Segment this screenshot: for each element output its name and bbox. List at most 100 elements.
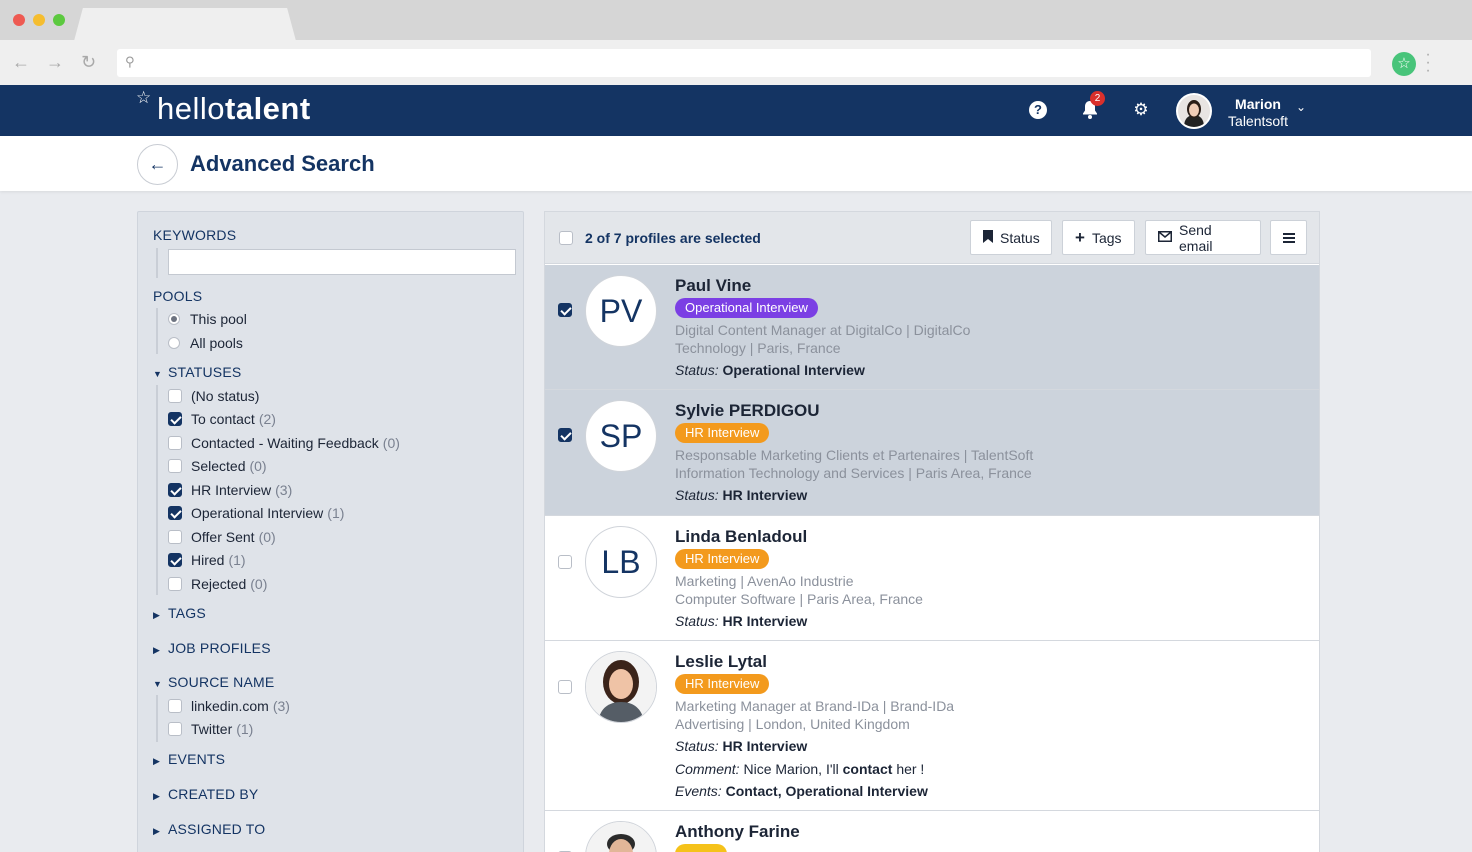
checkbox[interactable] — [168, 553, 182, 567]
keywords-input[interactable] — [168, 249, 516, 275]
checkbox[interactable] — [168, 699, 182, 713]
checkbox[interactable] — [168, 506, 182, 520]
checkbox[interactable] — [168, 483, 182, 497]
page-title-bar: ← Advanced Search — [0, 136, 1472, 191]
status-option-hired[interactable]: Hired (1) — [168, 551, 246, 569]
results-toolbar: 2 of 7 profiles are selected Status + Tag… — [545, 212, 1319, 264]
section-divider — [156, 385, 158, 595]
pool-option-all-pools[interactable]: All pools — [168, 334, 243, 352]
pool-option-this-pool[interactable]: This pool — [168, 310, 247, 328]
profile-name[interactable]: Anthony Farine — [675, 822, 800, 842]
profile-comment-line: Comment: Nice Marion, I'll contact her ! — [675, 761, 925, 777]
checkbox[interactable] — [168, 577, 182, 591]
filter-panel: KEYWORDS POOLS This pool All pools ▼ STAT… — [137, 211, 524, 852]
profile-position: Marketing | AvenAo Industrie — [675, 573, 854, 589]
hellotalent-logo[interactable]: ☆ hellotalent — [136, 88, 311, 127]
star-extension-icon[interactable]: ☆ — [1392, 52, 1416, 76]
status-option-no-status[interactable]: (No status) — [168, 387, 263, 405]
profile-checkbox[interactable] — [558, 680, 572, 694]
profile-status-line: Status: HR Interview — [675, 738, 808, 754]
reload-icon[interactable]: ↻ — [81, 52, 96, 73]
profile-name[interactable]: Leslie Lytal — [675, 652, 767, 672]
source-option-twitter[interactable]: Twitter (1) — [168, 720, 253, 738]
status-option-contacted-waiting-feedback[interactable]: Contacted - Waiting Feedback (0) — [168, 434, 400, 452]
profile-name[interactable]: Sylvie PERDIGOU — [675, 401, 820, 421]
app-header: ☆ hellotalent ? 2 ⚙ Marion Talentsoft ⌄ — [0, 85, 1472, 136]
profile-checkbox[interactable] — [558, 428, 572, 442]
job-profiles-section-toggle[interactable]: ▶ JOB PROFILES — [153, 640, 271, 656]
status-badge — [675, 844, 727, 852]
checkbox[interactable] — [168, 412, 182, 426]
profile-card[interactable]: PV Paul Vine Operational Interview Digit… — [545, 265, 1319, 390]
caret-right-icon: ▶ — [153, 610, 161, 620]
profile-industry-location: Advertising | London, United Kingdom — [675, 716, 910, 732]
tags-section-toggle[interactable]: ▶ TAGS — [153, 605, 206, 621]
caret-right-icon: ▶ — [153, 756, 161, 766]
select-all-checkbox[interactable] — [559, 231, 573, 245]
caret-down-icon: ▼ — [153, 369, 163, 379]
statuses-section-toggle[interactable]: ▼ STATUSES — [153, 364, 241, 380]
profile-card[interactable]: Anthony Farine — [545, 811, 1319, 852]
profile-avatar: SP — [585, 400, 657, 472]
profile-card[interactable]: LB Linda Benladoul HR Interview Marketin… — [545, 516, 1319, 641]
user-menu[interactable]: Marion Talentsoft — [1226, 96, 1290, 130]
checkbox[interactable] — [168, 459, 182, 473]
profile-position: Digital Content Manager at DigitalCo | D… — [675, 322, 971, 338]
envelope-icon — [1158, 230, 1172, 245]
status-option-offer-sent[interactable]: Offer Sent (0) — [168, 528, 276, 546]
section-divider — [156, 248, 158, 278]
forward-arrow-icon[interactable]: → — [46, 52, 64, 73]
profile-checkbox[interactable] — [558, 303, 572, 317]
checkbox[interactable] — [168, 530, 182, 544]
profile-industry-location: Computer Software | Paris Area, France — [675, 591, 923, 607]
checkbox[interactable] — [168, 436, 182, 450]
source-name-section-toggle[interactable]: ▼ SOURCE NAME — [153, 674, 274, 690]
user-avatar[interactable] — [1176, 93, 1212, 129]
status-option-rejected[interactable]: Rejected (0) — [168, 575, 267, 593]
checkbox[interactable] — [168, 389, 182, 403]
status-option-selected[interactable]: Selected (0) — [168, 457, 267, 475]
tags-button[interactable]: + Tags — [1062, 220, 1135, 255]
plus-icon: + — [1075, 227, 1085, 247]
status-option-hr-interview[interactable]: HR Interview (3) — [168, 481, 292, 499]
gear-icon[interactable]: ⚙ — [1131, 100, 1151, 120]
caret-right-icon: ▶ — [153, 645, 161, 655]
created-by-section-toggle[interactable]: ▶ CREATED BY — [153, 786, 258, 802]
more-menu-button[interactable] — [1270, 220, 1307, 255]
chevron-down-icon[interactable]: ⌄ — [1296, 100, 1306, 114]
pools-label: POOLS — [153, 288, 203, 304]
profile-status-line: Status: HR Interview — [675, 613, 808, 629]
profile-name[interactable]: Linda Benladoul — [675, 527, 807, 547]
profile-avatar: PV — [585, 275, 657, 347]
back-button[interactable]: ← — [137, 144, 178, 185]
profile-position: Marketing Manager at Brand-IDa | Brand-I… — [675, 698, 955, 714]
checkbox[interactable] — [168, 722, 182, 736]
browser-toolbar: ← → ↻ ⚲ ☆ · · · — [0, 40, 1472, 85]
assigned-to-section-toggle[interactable]: ▶ ASSIGNED TO — [153, 821, 265, 837]
caret-right-icon: ▶ — [153, 826, 161, 836]
close-window-button[interactable] — [13, 14, 25, 26]
browser-tab[interactable] — [74, 8, 296, 41]
status-option-operational-interview[interactable]: Operational Interview (1) — [168, 504, 344, 522]
address-bar[interactable]: ⚲ — [117, 49, 1371, 77]
source-option-linkedin[interactable]: linkedin.com (3) — [168, 697, 290, 715]
browser-titlebar — [0, 0, 1472, 41]
status-button[interactable]: Status — [970, 220, 1052, 255]
profile-checkbox[interactable] — [558, 555, 572, 569]
help-icon[interactable]: ? — [1029, 101, 1047, 119]
profile-events-line: Events: Contact, Operational Interview — [675, 783, 928, 799]
profile-name[interactable]: Paul Vine — [675, 276, 751, 296]
browser-menu-icon[interactable]: · · · — [1424, 47, 1432, 79]
status-option-to-contact[interactable]: To contact (2) — [168, 410, 276, 428]
send-email-button[interactable]: Send email — [1145, 220, 1261, 255]
minimize-window-button[interactable] — [33, 14, 45, 26]
radio-button[interactable] — [168, 337, 180, 349]
events-section-toggle[interactable]: ▶ EVENTS — [153, 751, 225, 767]
notification-count-badge: 2 — [1090, 91, 1105, 106]
back-arrow-icon[interactable]: ← — [12, 52, 30, 73]
maximize-window-button[interactable] — [53, 14, 65, 26]
radio-button[interactable] — [168, 313, 180, 325]
profile-card[interactable]: Leslie Lytal HR Interview Marketing Mana… — [545, 641, 1319, 811]
profile-card[interactable]: SP Sylvie PERDIGOU HR Interview Responsa… — [545, 390, 1319, 516]
profile-status-line: Status: HR Interview — [675, 487, 808, 503]
